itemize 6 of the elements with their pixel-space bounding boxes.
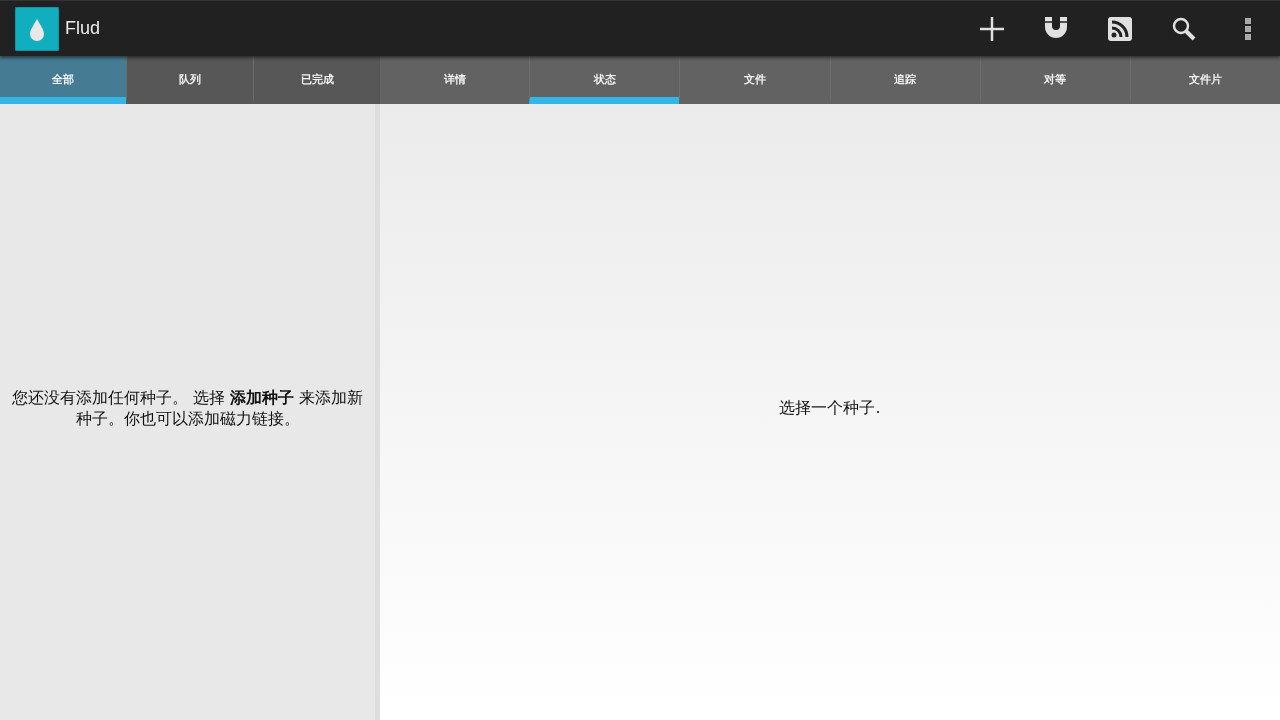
tab[interactable]: 全部 [0, 56, 126, 104]
app-title: Flud [65, 18, 100, 39]
app-logo-icon[interactable] [15, 6, 59, 51]
no-selection-message: 选择一个种子. [778, 396, 882, 418]
empty-list-message: 您还没有添加任何种子。 选择 添加种子 来添加新种子。你也可以添加磁力链接。 [10, 387, 365, 429]
tab[interactable]: 详情 [380, 56, 530, 104]
